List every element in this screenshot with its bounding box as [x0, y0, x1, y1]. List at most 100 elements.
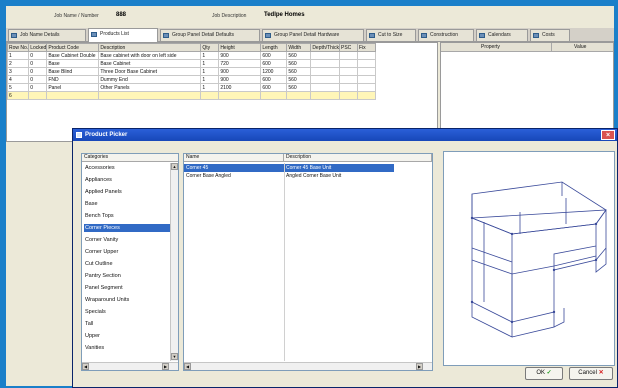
scroll-up-icon[interactable]: ▲	[171, 163, 178, 170]
categories-horizontal-scrollbar[interactable]: ◀ ▶	[82, 362, 178, 370]
table-cell[interactable]: 600	[260, 83, 288, 92]
table-cell[interactable]: 0	[28, 75, 48, 84]
table-cell[interactable]	[339, 91, 358, 100]
category-item[interactable]: Bench Tops	[84, 212, 170, 220]
table-cell[interactable]	[357, 67, 376, 76]
scroll-left-icon[interactable]: ◀	[184, 363, 191, 370]
table-cell[interactable]: 560	[286, 75, 312, 84]
table-cell[interactable]: 900	[218, 67, 262, 76]
column-header[interactable]: Locked	[28, 43, 48, 52]
table-cell[interactable]	[357, 91, 376, 100]
tab-cut-to-size[interactable]: Cut to Size	[366, 29, 416, 41]
column-header[interactable]: Description	[98, 43, 202, 52]
table-row[interactable]: 1 0 Base Cabinet Double Base cabinet with d…	[6, 51, 376, 60]
category-item[interactable]: Upper	[84, 332, 170, 340]
table-cell[interactable]: 1	[200, 67, 220, 76]
table-cell[interactable]: Panel	[46, 83, 100, 92]
table-cell[interactable]: 2	[6, 59, 30, 68]
table-cell[interactable]	[357, 75, 376, 84]
table-cell[interactable]	[200, 91, 220, 100]
column-header[interactable]: Product Code	[46, 43, 100, 52]
table-cell[interactable]: 560	[286, 59, 312, 68]
ok-button[interactable]: OK ✓	[525, 367, 563, 380]
table-cell[interactable]: 4	[6, 75, 30, 84]
cancel-button[interactable]: Cancel ✕	[569, 367, 613, 380]
table-cell[interactable]: 1	[200, 83, 220, 92]
table-cell[interactable]: 5	[6, 83, 30, 92]
category-item[interactable]: Accessories	[84, 164, 170, 172]
tab-calendars[interactable]: Calendars	[476, 29, 528, 41]
table-cell[interactable]: 900	[218, 51, 262, 60]
table-cell[interactable]: 3	[6, 67, 30, 76]
table-row[interactable]: 6	[6, 91, 376, 100]
table-cell[interactable]: 2100	[218, 83, 262, 92]
property-column-header[interactable]: Property	[441, 43, 551, 52]
table-row[interactable]: 2 0 Base Base Cabinet 1 720 600 560	[6, 59, 376, 68]
column-header[interactable]: Length	[260, 43, 288, 52]
category-item[interactable]: Pantry Section	[84, 272, 170, 280]
job-number-value[interactable]: 888	[116, 12, 126, 18]
table-cell[interactable]: Base	[46, 59, 100, 68]
table-cell[interactable]	[310, 59, 340, 68]
table-cell[interactable]: 900	[218, 75, 262, 84]
table-cell[interactable]	[310, 51, 340, 60]
table-cell[interactable]: Dummy End	[98, 75, 202, 84]
table-cell[interactable]: 720	[218, 59, 262, 68]
table-cell[interactable]: Base Cabinet Double	[46, 51, 100, 60]
table-cell[interactable]: Three Door Base Cabinet	[98, 67, 202, 76]
table-cell[interactable]	[218, 91, 262, 100]
job-description-value[interactable]: Tedlpe Homes	[264, 12, 305, 18]
table-cell[interactable]	[46, 91, 100, 100]
column-header[interactable]: Width	[286, 43, 312, 52]
table-cell[interactable]	[339, 67, 358, 76]
description-column-header[interactable]: Description	[284, 154, 432, 162]
table-cell[interactable]	[339, 51, 358, 60]
table-cell[interactable]	[310, 67, 340, 76]
table-cell[interactable]: Other Panels	[98, 83, 202, 92]
table-cell[interactable]: FND	[46, 75, 100, 84]
table-cell[interactable]: 0	[28, 51, 48, 60]
category-item[interactable]: Corner Vanity	[84, 236, 170, 244]
product-row[interactable]: Corner 45 Corner 45 Base Unit	[184, 164, 432, 172]
table-cell[interactable]	[357, 83, 376, 92]
table-cell[interactable]	[357, 51, 376, 60]
category-item[interactable]: Panel Segment	[84, 284, 170, 292]
tab-construction[interactable]: Construction	[418, 29, 474, 41]
tab-panel-detail-defaults[interactable]: Group Panel Detail Defaults	[160, 29, 260, 41]
table-cell[interactable]: Base Cabinet	[98, 59, 202, 68]
table-row[interactable]: 3 0 Base Blind Three Door Base Cabinet 1 900 1…	[6, 67, 376, 76]
dialog-title-bar[interactable]: Product Picker	[73, 129, 617, 141]
table-cell[interactable]: Base cabinet with door on left side	[98, 51, 202, 60]
category-item[interactable]: Tall	[84, 320, 170, 328]
column-header[interactable]: PSC	[339, 43, 358, 52]
table-cell[interactable]	[310, 91, 340, 100]
table-cell[interactable]	[339, 75, 358, 84]
category-item[interactable]: Applied Panels	[84, 188, 170, 196]
category-item[interactable]: Cut Outline	[84, 260, 170, 268]
table-cell[interactable]: 1	[200, 75, 220, 84]
table-cell[interactable]: Base Blind	[46, 67, 100, 76]
table-cell[interactable]: 0	[28, 59, 48, 68]
table-cell[interactable]	[310, 75, 340, 84]
table-cell[interactable]: 600	[260, 51, 288, 60]
category-item[interactable]: Appliances	[84, 176, 170, 184]
product-row[interactable]: Corner Base Angled Angled Corner Base Uni…	[184, 172, 432, 180]
scroll-right-icon[interactable]: ▶	[162, 363, 169, 370]
column-header[interactable]: Qty	[200, 43, 220, 52]
table-cell[interactable]	[310, 83, 340, 92]
scroll-right-icon[interactable]: ▶	[416, 363, 423, 370]
category-item[interactable]: Corner Pieces	[84, 224, 170, 232]
table-cell[interactable]: 560	[286, 67, 312, 76]
scroll-down-icon[interactable]: ▼	[171, 353, 178, 360]
tab-products-list[interactable]: Products List	[88, 28, 158, 42]
column-header[interactable]: Depth/Thick	[310, 43, 340, 52]
column-header[interactable]: Fix	[357, 43, 376, 52]
table-cell[interactable]	[98, 91, 202, 100]
table-cell[interactable]: 0	[28, 83, 48, 92]
column-header[interactable]: Row No.	[6, 43, 30, 52]
table-cell[interactable]	[339, 83, 358, 92]
table-cell[interactable]	[339, 59, 358, 68]
value-column-header[interactable]: Value	[551, 43, 613, 52]
table-row[interactable]: 5 0 Panel Other Panels 1 2100 600 560	[6, 83, 376, 92]
table-cell[interactable]	[286, 91, 312, 100]
